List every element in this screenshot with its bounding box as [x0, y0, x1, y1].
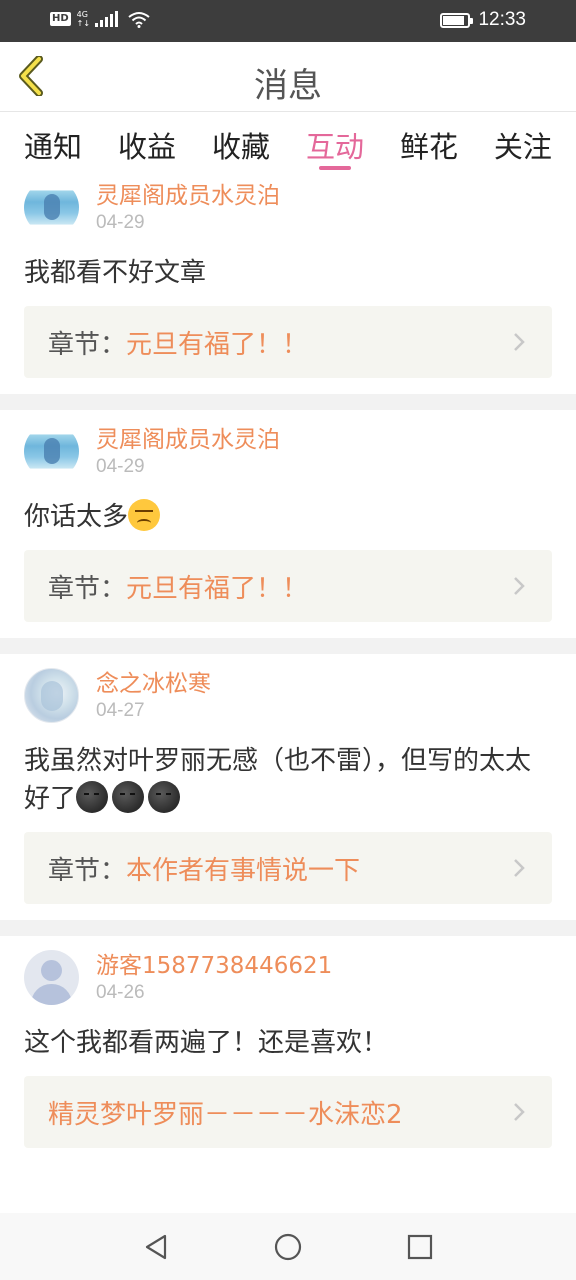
tab-label: 互动 — [305, 130, 364, 164]
tab-label: 收藏 — [211, 130, 270, 164]
chapter-title: 元旦有福了！！ — [126, 329, 309, 360]
message-date: 04-27 — [96, 700, 145, 721]
avatar[interactable] — [24, 424, 79, 479]
message-card: 灵犀阁成员水灵泊 04-29 你话太多 章节： 元旦有福了！！ — [0, 410, 576, 622]
tab-label: 鲜花 — [399, 130, 458, 164]
comment-text: 我都看不好文章 — [24, 244, 552, 306]
clock: 12:33 — [478, 9, 526, 30]
battery-fill — [443, 15, 464, 25]
tab-favorites[interactable]: 收藏 — [212, 112, 270, 180]
signal-icon — [95, 11, 119, 27]
triangle-back-icon — [145, 1234, 167, 1259]
header: 消息 — [0, 42, 576, 112]
chapter-prefix: 章节： — [48, 573, 127, 604]
tab-following[interactable]: 关注 — [494, 112, 552, 180]
tab-earnings[interactable]: 收益 — [118, 112, 176, 180]
chapter-link[interactable]: 章节： 元旦有福了！！ — [24, 550, 552, 622]
avatar[interactable] — [24, 180, 79, 235]
avatar[interactable] — [24, 668, 79, 723]
tab-bar: 通知 收益 收藏 互动 鲜花 关注 — [0, 112, 576, 180]
nav-back-button[interactable] — [136, 1227, 176, 1267]
user-row: 游客1587738446621 04-26 — [24, 936, 552, 1014]
chapter-title: 精灵梦叶罗丽－－－－水沫恋2 — [48, 1099, 403, 1130]
tab-notifications[interactable]: 通知 — [24, 112, 82, 180]
user-row: 念之冰松寒 04-27 — [24, 654, 552, 732]
chapter-title: 本作者有事情说一下 — [126, 855, 361, 886]
wifi-icon — [128, 11, 150, 28]
card-divider — [0, 394, 576, 410]
message-card: 游客1587738446621 04-26 这个我都看两遍了！还是喜欢！ 精灵梦… — [0, 936, 576, 1148]
hd-badge: HD — [50, 12, 71, 26]
username[interactable]: 灵犀阁成员水灵泊 — [96, 420, 280, 454]
tab-flowers[interactable]: 鲜花 — [400, 112, 458, 180]
chevron-right-icon — [514, 333, 525, 351]
status-bar: HD 4G ↑↓ 12:33 — [0, 0, 576, 42]
message-card: 灵犀阁成员水灵泊 04-29 我都看不好文章 章节： 元旦有福了！！ — [0, 180, 576, 378]
chapter-link[interactable]: 精灵梦叶罗丽－－－－水沫恋2 — [24, 1076, 552, 1148]
chevron-right-icon — [514, 859, 525, 877]
new-moon-face-icon — [148, 781, 181, 813]
chapter-prefix: 章节： — [48, 329, 127, 360]
new-moon-face-icon — [76, 781, 109, 813]
network-type-label: 4G — [76, 10, 88, 19]
status-right: 12:33 — [440, 9, 526, 31]
battery-icon — [440, 12, 474, 28]
user-row: 灵犀阁成员水灵泊 04-29 — [24, 180, 552, 244]
chapter-prefix: 章节： — [48, 855, 127, 886]
user-row: 灵犀阁成员水灵泊 04-29 — [24, 410, 552, 488]
username[interactable]: 念之冰松寒 — [96, 664, 211, 698]
new-moon-face-icon — [112, 781, 145, 813]
card-divider — [0, 638, 576, 654]
tab-label: 通知 — [24, 130, 83, 164]
system-nav-bar — [0, 1213, 576, 1280]
comment-text: 这个我都看两遍了！还是喜欢！ — [24, 1014, 552, 1076]
tab-label: 关注 — [493, 130, 552, 164]
page-title: 消息 — [254, 66, 322, 106]
message-date: 04-29 — [96, 456, 145, 477]
comment-text: 你话太多 — [24, 488, 552, 550]
default-avatar-icon[interactable] — [24, 950, 79, 1005]
card-divider — [0, 920, 576, 936]
comment-body: 这个我都看两遍了！还是喜欢！ — [24, 1028, 389, 1058]
chapter-link[interactable]: 章节： 本作者有事情说一下 — [24, 832, 552, 904]
message-card: 念之冰松寒 04-27 我虽然对叶罗丽无感（也不雷），但写的太太好了 章节： 本… — [0, 654, 576, 904]
message-date: 04-26 — [96, 982, 145, 1003]
nav-home-button[interactable] — [268, 1227, 308, 1267]
circle-home-icon — [274, 1233, 302, 1260]
comment-text: 我虽然对叶罗丽无感（也不雷），但写的太太好了 — [24, 732, 552, 832]
chapter-title: 元旦有福了！！ — [126, 573, 309, 604]
status-indicators: HD 4G ↑↓ — [50, 10, 150, 28]
network-activity-label: ↑↓ — [76, 19, 91, 28]
tab-label: 收益 — [117, 130, 176, 164]
chapter-link[interactable]: 章节： 元旦有福了！！ — [24, 306, 552, 378]
active-tab-indicator — [318, 166, 351, 170]
message-date: 04-29 — [96, 212, 145, 233]
comment-body: 你话太多 — [24, 502, 129, 532]
disappointed-face-icon — [128, 499, 161, 531]
username[interactable]: 灵犀阁成员水灵泊 — [96, 180, 280, 210]
square-recents-icon — [407, 1234, 433, 1259]
message-feed: 灵犀阁成员水灵泊 04-29 我都看不好文章 章节： 元旦有福了！！ 灵犀阁成员… — [0, 180, 576, 1213]
network-type: 4G ↑↓ — [77, 10, 90, 28]
chevron-right-icon — [514, 577, 525, 595]
comment-body: 我都看不好文章 — [24, 258, 207, 288]
nav-recents-button[interactable] — [400, 1227, 440, 1267]
chevron-right-icon — [514, 1103, 525, 1121]
tab-interactions[interactable]: 互动 — [306, 112, 364, 180]
username[interactable]: 游客1587738446621 — [96, 946, 332, 980]
